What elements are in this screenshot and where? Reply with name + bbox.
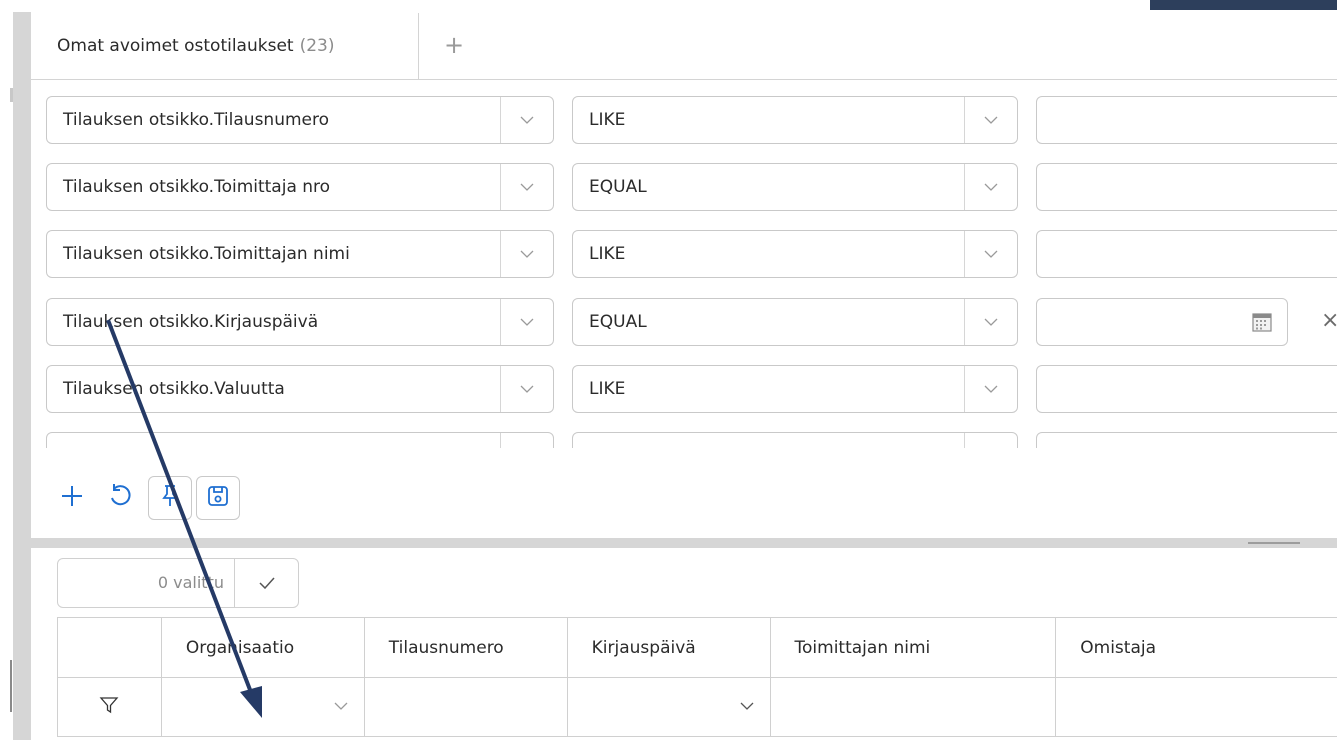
column-header-kirjauspaiva[interactable]: Kirjauspäivä bbox=[567, 618, 770, 678]
clear-filter-button[interactable]: × bbox=[1321, 308, 1337, 333]
filter-value-input[interactable] bbox=[1036, 432, 1337, 448]
column-header-tilausnumero[interactable]: Tilausnumero bbox=[364, 618, 567, 678]
chevron-down-icon bbox=[515, 299, 539, 345]
tab-bar: Omat avoimet ostotilaukset (23) + bbox=[31, 13, 1337, 80]
column-filter-toggle[interactable] bbox=[58, 678, 162, 737]
tab-label: Omat avoimet ostotilaukset bbox=[57, 36, 294, 56]
grid-filter-row bbox=[58, 678, 1337, 737]
pin-filters-button[interactable] bbox=[148, 476, 192, 520]
column-header-toimittajan-nimi[interactable]: Toimittajan nimi bbox=[770, 618, 1056, 678]
filter-row: Tilauksen otsikko.Tilausnumero LIKE bbox=[31, 96, 1337, 146]
filter-value-input[interactable] bbox=[1036, 163, 1337, 211]
chevron-down-icon bbox=[979, 299, 1003, 345]
filter-value-input[interactable] bbox=[1036, 96, 1337, 144]
filter-operator-select[interactable]: LIKE bbox=[572, 96, 1018, 144]
left-edge-scroll-mark bbox=[10, 660, 12, 712]
filter-field-select[interactable]: Tilauksen otsikko.Toimittajan nimi bbox=[46, 230, 554, 278]
filter-row: Tilauksen otsikko.Toimittajan nimi LIKE bbox=[31, 230, 1337, 280]
undo-icon bbox=[107, 483, 133, 513]
orders-grid: Organisaatio Tilausnumero Kirjauspäivä T… bbox=[57, 617, 1337, 747]
tab-omat-avoimet-ostotilaukset[interactable]: Omat avoimet ostotilaukset (23) bbox=[31, 13, 419, 79]
filter-field-select[interactable]: Tilauksen otsikko.Tilausnumero bbox=[46, 96, 554, 144]
add-icon bbox=[60, 484, 84, 512]
tab-count: (23) bbox=[300, 36, 335, 56]
filter-value-input[interactable] bbox=[1036, 230, 1337, 278]
grid-header-row: Organisaatio Tilausnumero Kirjauspäivä T… bbox=[58, 618, 1337, 678]
filter-field-select[interactable] bbox=[46, 432, 554, 448]
filter-field-select[interactable]: Tilauksen otsikko.Valuutta bbox=[46, 365, 554, 413]
chevron-down-icon bbox=[515, 164, 539, 210]
chevron-down-icon bbox=[979, 164, 1003, 210]
filter-date-input[interactable] bbox=[1036, 298, 1288, 346]
save-icon bbox=[206, 484, 230, 512]
left-edge bbox=[0, 0, 13, 740]
chevron-down-icon bbox=[979, 231, 1003, 277]
chevron-down-icon bbox=[515, 366, 539, 412]
panel-border bbox=[13, 12, 31, 740]
chevron-down-icon bbox=[979, 97, 1003, 143]
panel-splitter[interactable] bbox=[31, 538, 1337, 548]
chevron-down-icon bbox=[515, 231, 539, 277]
filter-operator-select[interactable]: EQUAL bbox=[572, 298, 1018, 346]
filter-organisaatio-select[interactable] bbox=[161, 678, 364, 737]
chevron-down-icon bbox=[740, 695, 754, 715]
filter-row: Tilauksen otsikko.Toimittaja nro EQUAL bbox=[31, 163, 1337, 213]
add-tab-button[interactable]: + bbox=[444, 30, 464, 60]
filter-kirjauspaiva-select[interactable] bbox=[567, 678, 770, 737]
confirm-selection-button[interactable] bbox=[235, 559, 299, 607]
reset-filters-button[interactable] bbox=[98, 476, 142, 520]
column-header-omistaja[interactable]: Omistaja bbox=[1056, 618, 1337, 678]
filter-row-partial bbox=[31, 432, 1337, 448]
select-column-header bbox=[58, 618, 162, 678]
filter-omistaja-input[interactable] bbox=[1056, 678, 1337, 737]
filter-row: Tilauksen otsikko.Kirjauspäivä EQUAL bbox=[31, 298, 1337, 348]
selection-bar: 0 valittu bbox=[57, 558, 299, 608]
filter-operator-select[interactable]: LIKE bbox=[572, 230, 1018, 278]
filter-value-input[interactable] bbox=[1036, 365, 1337, 413]
add-filter-button[interactable] bbox=[50, 476, 94, 520]
column-header-organisaatio[interactable]: Organisaatio bbox=[161, 618, 364, 678]
chevron-down-icon bbox=[979, 366, 1003, 412]
splitter-grip[interactable] bbox=[1248, 542, 1300, 544]
header-corner bbox=[1150, 0, 1337, 10]
chevron-down-icon bbox=[515, 97, 539, 143]
check-icon bbox=[259, 577, 275, 589]
selected-count: 0 valittu bbox=[58, 559, 234, 607]
filter-list: Tilauksen otsikko.Tilausnumero LIKE Tila… bbox=[31, 80, 1337, 448]
filter-operator-select[interactable] bbox=[572, 432, 1018, 448]
filter-field-select[interactable]: Tilauksen otsikko.Kirjauspäivä bbox=[46, 298, 554, 346]
filter-row: Tilauksen otsikko.Valuutta LIKE bbox=[31, 365, 1337, 415]
filter-toolbar bbox=[50, 476, 350, 524]
filter-operator-select[interactable]: EQUAL bbox=[572, 163, 1018, 211]
filter-toimittajan-nimi-input[interactable] bbox=[770, 678, 1056, 737]
filter-tilausnumero-input[interactable] bbox=[364, 678, 567, 737]
save-filters-button[interactable] bbox=[196, 476, 240, 520]
filter-field-select[interactable]: Tilauksen otsikko.Toimittaja nro bbox=[46, 163, 554, 211]
calendar-icon[interactable] bbox=[1251, 311, 1273, 333]
pin-icon bbox=[159, 484, 181, 512]
chevron-down-icon bbox=[334, 695, 348, 715]
filter-operator-select[interactable]: LIKE bbox=[572, 365, 1018, 413]
filter-funnel-icon bbox=[99, 695, 119, 715]
